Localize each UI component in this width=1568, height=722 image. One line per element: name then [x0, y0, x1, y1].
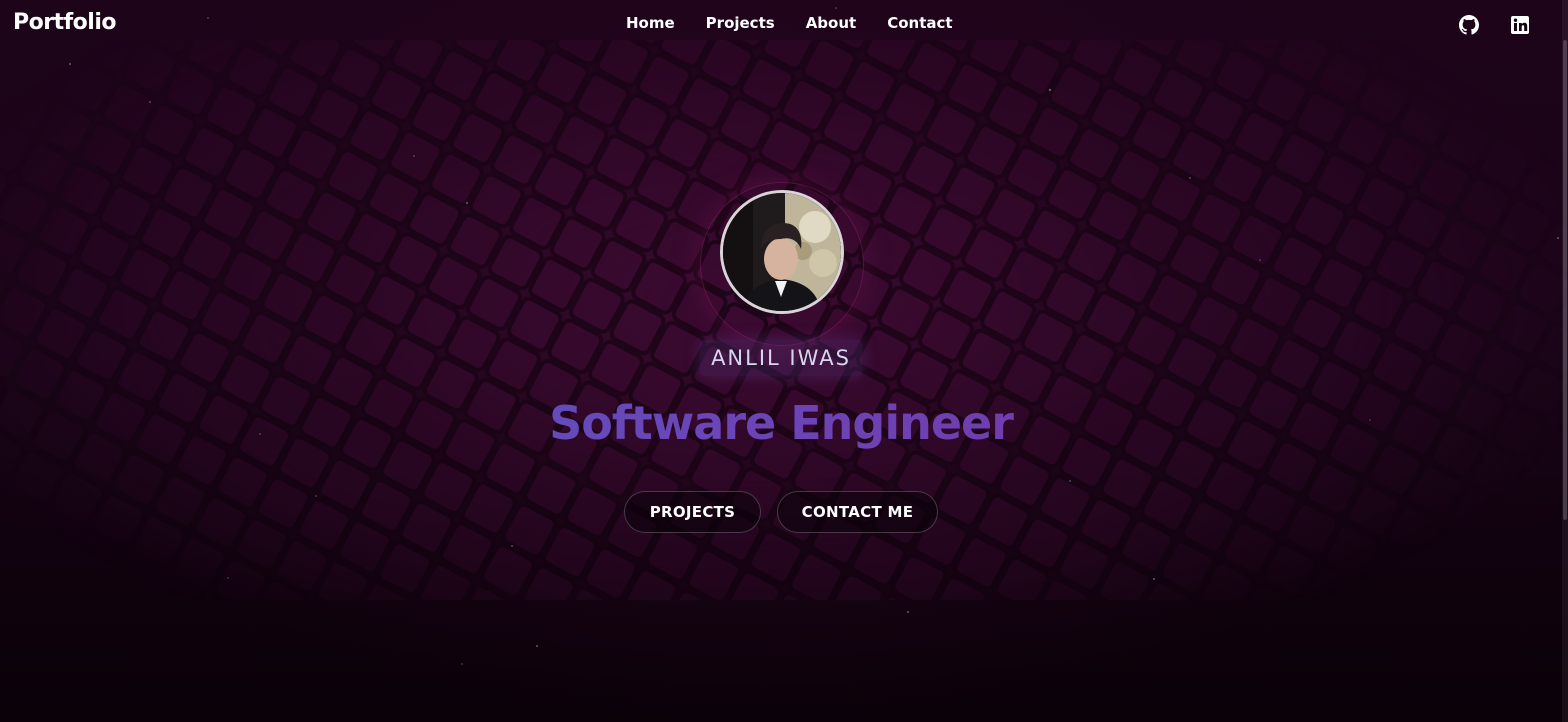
name-badge: ANLIL IWAS	[700, 340, 862, 376]
scrollbar-thumb[interactable]	[1563, 40, 1567, 520]
nav-contact[interactable]: Contact	[887, 14, 952, 32]
nav-projects[interactable]: Projects	[706, 14, 775, 32]
linkedin-icon[interactable]	[1510, 15, 1530, 35]
nav-about[interactable]: About	[806, 14, 857, 32]
site-header: Portfolio Home Projects About Contact	[0, 0, 1568, 50]
nav-home[interactable]: Home	[626, 14, 675, 32]
scrollbar[interactable]	[1562, 0, 1568, 722]
site-logo[interactable]: Portfolio	[13, 10, 117, 35]
contact-me-button[interactable]: CONTACT ME	[777, 491, 938, 533]
avatar	[720, 190, 844, 314]
hero-name: ANLIL IWAS	[711, 346, 851, 370]
hero-role: Software Engineer	[0, 396, 1562, 450]
github-icon[interactable]	[1459, 15, 1479, 35]
main-nav: Home Projects About Contact	[626, 14, 953, 32]
projects-button[interactable]: PROJECTS	[624, 491, 761, 533]
portfolio-page: Portfolio Home Projects About Contact AN…	[0, 0, 1568, 722]
